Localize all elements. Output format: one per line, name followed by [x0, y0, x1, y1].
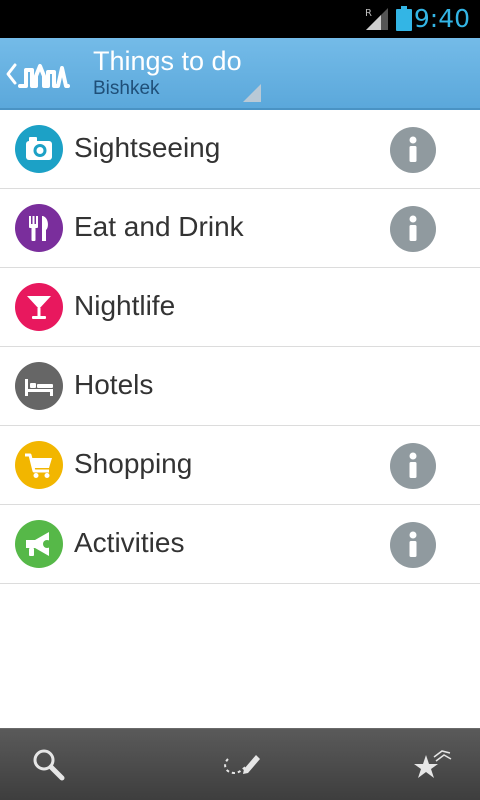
route-pencil-icon[interactable] — [220, 745, 260, 785]
list-item-hotels[interactable]: Hotels — [0, 347, 480, 426]
title-spinner[interactable]: Things to do Bishkek — [93, 45, 263, 105]
list-item-label: Hotels — [74, 369, 154, 400]
fork-knife-icon — [15, 204, 63, 252]
back-chevron-icon[interactable] — [4, 62, 18, 86]
info-icon[interactable] — [390, 206, 436, 252]
city-subtitle: Bishkek — [93, 78, 160, 99]
page-title: Things to do — [93, 46, 242, 76]
megaphone-icon — [15, 520, 63, 568]
category-list: Sightseeing Eat and Drink Nightlife Hote… — [0, 110, 480, 584]
status-clock: 9:40 — [413, 4, 470, 33]
list-item-label: Sightseeing — [74, 132, 221, 163]
list-item-shopping[interactable]: Shopping — [0, 426, 480, 505]
info-icon[interactable] — [390, 522, 436, 568]
favorites-stars-icon[interactable] — [412, 745, 452, 785]
cocktail-icon — [15, 283, 63, 331]
list-item-label: Nightlife — [74, 290, 176, 321]
search-icon[interactable] — [28, 745, 68, 785]
list-item-label: Activities — [74, 527, 185, 558]
bottom-toolbar — [0, 728, 480, 800]
list-item-nightlife[interactable]: Nightlife — [0, 268, 480, 347]
signal-icon: R — [365, 8, 388, 30]
shopping-cart-icon — [15, 441, 63, 489]
city-skyline-logo-icon[interactable] — [18, 52, 70, 96]
battery-icon — [396, 6, 412, 31]
list-item-sightseeing[interactable]: Sightseeing — [0, 110, 480, 189]
list-item-label: Shopping — [74, 448, 193, 479]
list-item-label: Eat and Drink — [74, 211, 244, 242]
list-item-activities[interactable]: Activities — [0, 505, 480, 584]
info-icon[interactable] — [390, 443, 436, 489]
bed-icon — [15, 362, 63, 410]
action-bar: Things to do Bishkek — [0, 38, 480, 110]
status-bar: R 9:40 — [0, 0, 480, 38]
list-item-eat-and-drink[interactable]: Eat and Drink — [0, 189, 480, 268]
roaming-indicator: R — [365, 8, 372, 19]
info-icon[interactable] — [390, 127, 436, 173]
camera-icon — [15, 125, 63, 173]
spinner-corner-icon — [243, 84, 261, 102]
